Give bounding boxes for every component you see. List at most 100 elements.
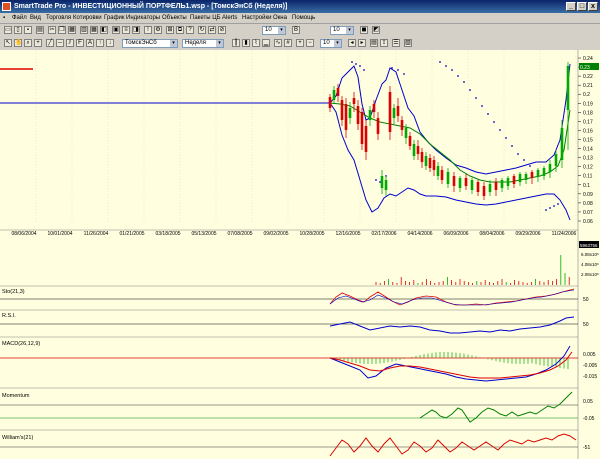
volume-icon[interactable]: ▁ <box>262 39 270 47</box>
menu-quotes[interactable]: Котировки <box>73 13 102 23</box>
hline-icon[interactable]: ─ <box>56 39 64 47</box>
price-pane: 0.240.230.220.210.20.190.180.170.160.150… <box>0 50 599 459</box>
line-chart-icon[interactable]: ⌇ <box>252 39 260 47</box>
menu-chart[interactable]: График <box>104 13 125 23</box>
zoom-in-icon[interactable]: + <box>296 39 304 47</box>
bold-icon[interactable]: B <box>292 26 300 34</box>
grid-icon[interactable]: # <box>284 39 292 47</box>
date-tick-label: 10/28/2005 <box>299 231 324 237</box>
tile-icon[interactable]: ⊞ <box>166 26 174 34</box>
menu-view[interactable]: Вид <box>30 13 41 23</box>
chevron-down-icon: ▾ <box>346 27 353 34</box>
candle-body <box>536 170 540 176</box>
candle-body <box>332 90 336 100</box>
menu-help[interactable]: Помощь <box>292 13 315 23</box>
pointer-icon[interactable]: ↖ <box>4 39 12 47</box>
scroll-left-icon[interactable]: ◂ <box>348 39 356 47</box>
scroll-right-icon[interactable]: ▸ <box>358 39 366 47</box>
table-icon[interactable]: ▦ <box>90 26 98 34</box>
menu-objects[interactable]: Объекты <box>162 13 187 23</box>
symbol-combo[interactable]: ТомскЭнСб ▾ <box>122 39 178 48</box>
candle-body <box>380 176 384 188</box>
menu-packages[interactable]: Пакеты ЦБ <box>190 13 221 23</box>
minimize-button[interactable]: _ <box>566 2 576 11</box>
chart-window[interactable]: 0.240.230.220.210.20.190.180.170.160.150… <box>0 50 600 459</box>
candle-body <box>494 182 498 190</box>
zoom-combo[interactable]: 10 ▾ <box>320 39 342 48</box>
alert-icon[interactable]: ! <box>144 26 152 34</box>
chart-icon[interactable]: ▥ <box>80 26 88 34</box>
quotes-icon[interactable]: ▣ <box>112 26 120 34</box>
app-icon <box>2 2 11 11</box>
cut-icon[interactable]: ✂ <box>48 26 56 34</box>
crosshair-icon[interactable]: + <box>34 39 42 47</box>
help-icon[interactable]: ? <box>186 26 194 34</box>
candle-body <box>408 136 412 146</box>
properties-icon[interactable]: ☰ <box>392 39 400 47</box>
price-tick-label: 0.07 <box>583 210 593 216</box>
export-icon[interactable]: ⇪ <box>380 39 388 47</box>
disconnect-icon[interactable]: ⊘ <box>218 26 226 34</box>
arrow-up-icon[interactable]: ↑ <box>96 39 104 47</box>
zoom-out-icon[interactable]: − <box>306 39 314 47</box>
period-combo[interactable]: Неделя ▾ <box>182 39 224 48</box>
print-chart-icon[interactable]: ▤ <box>370 39 378 47</box>
candle-body <box>388 92 392 132</box>
candle-body <box>384 180 388 190</box>
open-icon[interactable]: ▯ <box>14 26 22 34</box>
arrow-down-icon[interactable]: ↓ <box>106 39 114 47</box>
candle-body <box>420 152 424 162</box>
stochastic-pane: Sto(21,3) 50 <box>0 288 589 311</box>
cascade-icon[interactable]: ⧉ <box>176 26 184 34</box>
color-icon[interactable]: ◼ <box>360 26 368 34</box>
current-price-label: 0.23 <box>580 65 590 71</box>
refresh-icon[interactable]: ↻ <box>198 26 206 34</box>
candle-chart-icon[interactable]: ▮ <box>242 39 250 47</box>
order-icon[interactable]: ◧ <box>100 26 108 34</box>
macd-axis-label-1: 0.005 <box>583 352 596 358</box>
volume-pane: 6.08x10⁶ 4.08x10⁶ 2.08x10⁶ 5963756 <box>0 241 599 287</box>
macd-pane: MACD(26,12,9) 0.005 -0.005 -0.015 <box>0 341 597 389</box>
volume-tick-label: 4.08x10⁶ <box>581 262 599 267</box>
channel-icon[interactable]: ⫽ <box>66 39 74 47</box>
font-size-combo[interactable]: 10 ▾ <box>262 26 286 35</box>
fibo-icon[interactable]: F <box>76 39 84 47</box>
candle-body <box>530 172 534 178</box>
template-icon[interactable]: ▧ <box>404 39 412 47</box>
indicator-icon[interactable]: ∿ <box>274 39 282 47</box>
new-icon[interactable]: ▭ <box>4 26 12 34</box>
chart-canvas[interactable]: 0.240.230.220.210.20.190.180.170.160.150… <box>0 50 600 459</box>
news-icon[interactable]: ≡ <box>122 26 130 34</box>
menu-settings[interactable]: Настройки <box>242 13 271 23</box>
menu-file[interactable]: Файл <box>12 13 27 23</box>
copy-icon[interactable]: ❐ <box>58 26 66 34</box>
title-bar: SmartTrade Pro - ИНВЕСТИЦИОННЫЙ ПОРТФЕЛЬ… <box>0 0 600 13</box>
trendline-icon[interactable]: ╱ <box>46 39 54 47</box>
menu-indicators[interactable]: Индикаторы <box>126 13 160 23</box>
candle-body <box>344 104 348 130</box>
line-width-combo[interactable]: 10 ▾ <box>330 26 354 35</box>
close-button[interactable]: x <box>588 2 598 11</box>
candle-body <box>372 104 376 112</box>
settings-icon[interactable]: ⚙ <box>154 26 162 34</box>
portfolio-icon[interactable]: ◨ <box>132 26 140 34</box>
menu-alerts[interactable]: Alerts <box>222 13 237 23</box>
sar-dot <box>363 69 365 71</box>
maximize-button[interactable]: □ <box>577 2 587 11</box>
zoom-icon[interactable]: ⌕ <box>24 39 32 47</box>
fill-icon[interactable]: ◩ <box>372 26 380 34</box>
connect-icon[interactable]: ⇄ <box>208 26 216 34</box>
save-icon[interactable]: ▪ <box>24 26 32 34</box>
text-icon[interactable]: A <box>86 39 94 47</box>
sar-dot <box>445 65 447 67</box>
print-icon[interactable]: ▤ <box>36 26 44 34</box>
menu-trading[interactable]: Торговля <box>46 13 71 23</box>
menu-windows[interactable]: Окна <box>273 13 287 23</box>
candle-body <box>424 156 428 166</box>
price-tick-label: 0.13 <box>583 156 593 162</box>
sar-dot <box>397 69 399 71</box>
price-tick-label: 0.21 <box>583 83 593 89</box>
bar-chart-icon[interactable]: ┃ <box>232 39 240 47</box>
paste-icon[interactable]: ▦ <box>68 26 76 34</box>
hand-icon[interactable]: ✋ <box>14 39 22 47</box>
